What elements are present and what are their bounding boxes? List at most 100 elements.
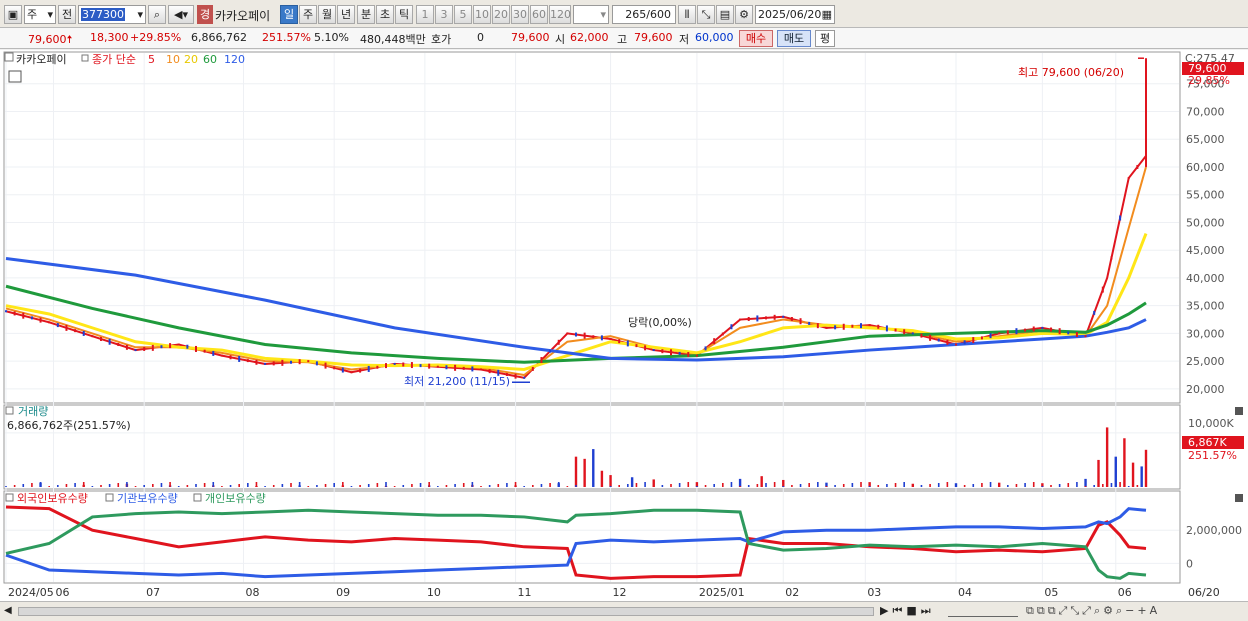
candle	[1006, 330, 1009, 335]
period-year[interactable]: 년	[337, 5, 355, 24]
candle	[229, 355, 232, 360]
volume-bar	[618, 485, 620, 487]
period-day[interactable]: 일	[280, 5, 298, 24]
legend-box-icon[interactable]	[105, 493, 114, 502]
candle	[1084, 335, 1087, 338]
low-label: 저	[679, 33, 690, 46]
tick-30[interactable]: 30	[511, 5, 529, 24]
period-week[interactable]: 주	[299, 5, 317, 24]
trade-amount: 480,448백만	[360, 33, 426, 46]
volume-bar	[1015, 484, 1018, 487]
candle	[626, 340, 629, 347]
chart-scrollbar[interactable]: ◀ ▶⏮■⏭ ⧉⧉⧉⤢⤡⤢⌕⚙⌕−+A	[0, 601, 1248, 621]
sell-button[interactable]: 매도	[777, 30, 811, 47]
legend-ma120: 120	[224, 53, 245, 66]
period-minute[interactable]: 분	[357, 5, 375, 24]
candle	[1032, 326, 1035, 332]
price-panel[interactable]	[3, 51, 1181, 404]
volume-bar	[652, 479, 655, 487]
save-icon[interactable]: ▤	[716, 5, 734, 24]
volume-bar	[782, 486, 785, 487]
gear-icon[interactable]: ⚙	[735, 5, 753, 24]
tick-1[interactable]: 1	[416, 5, 434, 24]
search-icon[interactable]: ⌕	[148, 5, 166, 24]
y-tick-label: 45,000	[1186, 244, 1225, 257]
candle	[169, 343, 172, 349]
candle	[177, 343, 180, 346]
legend-box-icon[interactable]	[81, 54, 89, 62]
candle	[359, 368, 362, 373]
volume-bar	[1119, 482, 1121, 487]
buy-button[interactable]: 매수	[739, 30, 773, 47]
volume-bar	[998, 486, 1000, 487]
candle	[108, 338, 111, 345]
candle	[290, 360, 292, 364]
volume-bar	[1058, 484, 1061, 487]
period-second[interactable]: 초	[376, 5, 394, 24]
candle	[523, 376, 526, 379]
tick-60[interactable]: 60	[530, 5, 548, 24]
volume-bar	[39, 482, 42, 487]
chevron-down-icon[interactable]: ▾	[137, 6, 143, 23]
candle	[713, 338, 716, 345]
volume-bar	[773, 482, 776, 487]
volume-bar	[782, 479, 785, 487]
tick-custom-select[interactable]: ▾	[573, 5, 609, 24]
volume-bar	[868, 486, 871, 487]
code-input[interactable]: 377300 ▾	[78, 5, 146, 24]
scroll-track[interactable]	[18, 607, 874, 616]
period-tick[interactable]: 틱	[395, 5, 413, 24]
tick-120[interactable]: 120	[549, 5, 571, 24]
calculator-icon[interactable]	[8, 70, 22, 83]
chart-svg[interactable]: 2024/05 06 07 08 09 10 11 12 2025/01 02 03 04 05 06 06…	[0, 50, 1248, 601]
candle	[972, 337, 975, 344]
volume-bar	[627, 484, 629, 487]
legend-individual: 개인보유수량	[205, 492, 266, 505]
zoom-slider[interactable]	[948, 605, 1018, 617]
tick-10[interactable]: 10	[473, 5, 491, 24]
volume-bar	[834, 485, 836, 487]
volume-bar	[100, 485, 102, 487]
volume-panel[interactable]	[3, 404, 1181, 490]
menu-icon[interactable]: ▣	[4, 5, 22, 24]
legend-box-icon[interactable]	[5, 493, 14, 502]
date-input[interactable]: 2025/06/20 ▦	[755, 5, 835, 24]
legend-foreign: 외국인보유수량	[17, 492, 88, 505]
candle	[82, 330, 85, 336]
candle-icon[interactable]: ⫴	[678, 5, 696, 24]
avg-button[interactable]: 평	[815, 30, 835, 47]
cross-icon[interactable]: ⤡	[697, 5, 715, 24]
volume-bar	[989, 482, 992, 487]
chart-area[interactable]: 2024/05 06 07 08 09 10 11 12 2025/01 02 03 04 05 06 06…	[0, 50, 1248, 610]
count-input[interactable]: 265/600	[612, 5, 676, 24]
volume-bar	[238, 484, 240, 487]
candle	[419, 364, 422, 368]
close-icon[interactable]	[1235, 407, 1243, 415]
calendar-icon[interactable]: ▦	[822, 6, 832, 23]
candle	[678, 351, 681, 355]
volume-bar	[955, 486, 957, 487]
legend-box-icon[interactable]	[4, 52, 14, 62]
volume-bar	[1131, 462, 1135, 487]
close-icon[interactable]	[1235, 494, 1243, 502]
candle	[816, 323, 819, 329]
tick-3[interactable]: 3	[435, 5, 453, 24]
volume-bar	[385, 482, 387, 487]
period-month[interactable]: 월	[318, 5, 336, 24]
candle	[48, 321, 51, 324]
count-value: 265	[625, 8, 647, 21]
tick-5[interactable]: 5	[454, 5, 472, 24]
sound-icon[interactable]: ◀▾	[168, 5, 194, 24]
legend-box-icon[interactable]	[5, 406, 14, 415]
playback-controls[interactable]: ▶⏮■⏭	[880, 604, 935, 618]
legend-box-icon[interactable]	[193, 493, 202, 502]
tick-20[interactable]: 20	[492, 5, 510, 24]
prev-button[interactable]: 전	[58, 5, 76, 24]
scroll-left-icon[interactable]: ◀	[4, 605, 12, 616]
candle	[376, 365, 379, 369]
draw-tools-icons[interactable]: ⧉⧉⧉⤢⤡⤢⌕⚙⌕−+A	[1026, 604, 1160, 618]
holding-panel[interactable]	[3, 490, 1181, 584]
volume-bar	[117, 483, 120, 487]
volume-bar	[963, 485, 966, 487]
type-select[interactable]: 주 ▾	[24, 5, 56, 24]
